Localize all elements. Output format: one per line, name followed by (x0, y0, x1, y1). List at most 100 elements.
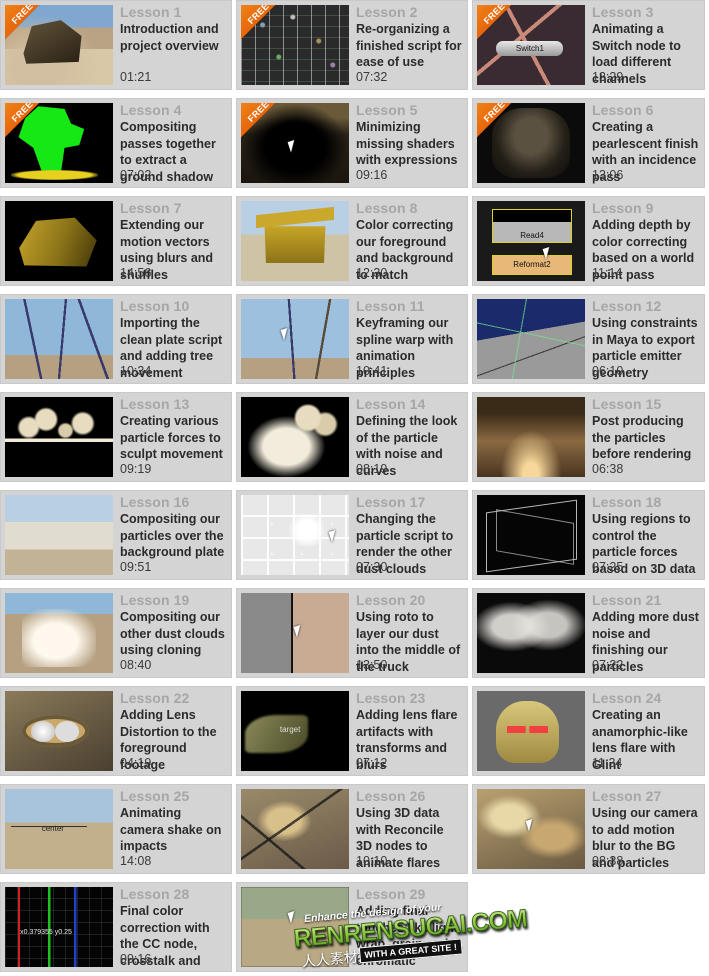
lesson-card[interactable]: FREELesson 3Animating a Switch node to l… (472, 0, 705, 90)
lesson-card[interactable]: FREE Lesson 2 Re-organizing a finished scr… (236, 0, 468, 90)
thumbnail-image (477, 397, 585, 477)
lesson-thumbnail[interactable]: FREE (5, 103, 113, 183)
lesson-duration: 08:40 (120, 658, 152, 672)
lesson-thumbnail[interactable] (241, 691, 349, 771)
lesson-number: Lesson 1 (120, 4, 182, 20)
lesson-thumbnail[interactable]: FREE (241, 5, 349, 85)
lesson-title[interactable]: Compositing our other dust clouds using … (120, 609, 226, 659)
lesson-thumbnail[interactable] (5, 789, 113, 869)
lesson-thumbnail[interactable] (241, 299, 349, 379)
thumbnail-image (241, 691, 349, 771)
thumbnail-image (241, 299, 349, 379)
lesson-thumbnail[interactable] (5, 495, 113, 575)
lesson-thumbnail[interactable] (477, 201, 585, 281)
lesson-card[interactable]: Lesson 18 Using regions to control the pa… (472, 490, 705, 580)
lesson-thumbnail[interactable] (241, 495, 349, 575)
thumbnail-image (241, 789, 349, 869)
lesson-title[interactable]: Minimizing missing shaders with expressi… (356, 119, 462, 169)
lesson-title[interactable]: Compositing our particles over the backg… (120, 511, 226, 561)
lesson-card[interactable]: Lesson 24 Creating an anamorphic-like len… (472, 686, 705, 776)
lesson-meta: Lesson 23 Adding lens flare artifacts wit… (349, 687, 467, 775)
lesson-number: Lesson 29 (356, 886, 426, 902)
lesson-number: Lesson 5 (356, 102, 418, 118)
lesson-thumbnail[interactable]: FREE (5, 5, 113, 85)
lesson-thumbnail[interactable] (241, 789, 349, 869)
lesson-card[interactable]: Lesson 10 Importing the clean plate scrip… (0, 294, 232, 384)
lesson-thumbnail[interactable] (477, 397, 585, 477)
lesson-card[interactable]: FREE Lesson 1 Introduction and project ove… (0, 0, 232, 90)
lesson-thumbnail[interactable] (5, 299, 113, 379)
lesson-number: Lesson 6 (592, 102, 654, 118)
lesson-card[interactable]: Lesson 9Adding depth by color correcting… (472, 196, 705, 286)
lesson-duration: 07:44 (356, 952, 388, 966)
lesson-card[interactable]: Lesson 23Adding lens flare artifacts wit… (236, 686, 468, 776)
lesson-card[interactable]: FREE Lesson 4 Compositing passes together … (0, 98, 232, 188)
lesson-thumbnail[interactable]: FREE (477, 5, 585, 85)
lesson-card[interactable]: FREE Lesson 6 Creating a pearlescent finis… (472, 98, 705, 188)
lesson-thumbnail[interactable] (477, 691, 585, 771)
lesson-thumbnail[interactable] (241, 201, 349, 281)
lesson-thumbnail[interactable] (477, 299, 585, 379)
lesson-duration: 10:41 (356, 364, 388, 378)
lesson-thumbnail[interactable] (5, 691, 113, 771)
lesson-thumbnail[interactable] (477, 593, 585, 673)
lesson-card[interactable]: Lesson 13 Creating various particle force… (0, 392, 232, 482)
lesson-number: Lesson 10 (120, 298, 190, 314)
lesson-meta: Lesson 15 Post producing the particles be… (585, 393, 704, 481)
lesson-card[interactable]: Lesson 16 Compositing our particles over … (0, 490, 232, 580)
lesson-card[interactable]: Lesson 11 Keyframing our spline warp with… (236, 294, 468, 384)
lesson-card[interactable]: Lesson 17 Changing the particle script to… (236, 490, 468, 580)
lesson-thumbnail[interactable] (5, 593, 113, 673)
lesson-meta: Lesson 17 Changing the particle script to… (349, 491, 467, 579)
lesson-card[interactable]: Lesson 7 Extending our motion vectors usi… (0, 196, 232, 286)
lesson-duration: 07:22 (592, 658, 624, 672)
lesson-meta: Lesson 19 Compositing our other dust clou… (113, 589, 231, 677)
lesson-thumbnail[interactable] (477, 495, 585, 575)
lesson-duration: 09:19 (120, 462, 152, 476)
lesson-thumbnail[interactable] (477, 789, 585, 869)
lesson-duration: 08:38 (592, 854, 624, 868)
lesson-meta: Lesson 28 Final color correction with the… (113, 883, 231, 972)
lesson-thumbnail[interactable]: FREE (477, 103, 585, 183)
lesson-meta: Lesson 22 Adding Lens Distortion to the f… (113, 687, 231, 775)
lesson-thumbnail[interactable] (5, 201, 113, 281)
lesson-card[interactable]: Lesson 26 Using 3D data with Reconcile 3D… (236, 784, 468, 874)
lesson-meta: Lesson 18 Using regions to control the pa… (585, 491, 704, 579)
lesson-title[interactable]: Introduction and project overview (120, 21, 226, 54)
lesson-card[interactable]: Lesson 8 Color correcting our foreground … (236, 196, 468, 286)
lesson-thumbnail[interactable] (5, 397, 113, 477)
lesson-meta: Lesson 4 Compositing passes together to e… (113, 99, 231, 187)
lesson-card[interactable]: Lesson 21 Adding more dust noise and fini… (472, 588, 705, 678)
lesson-title[interactable]: Post producing the particles before rend… (592, 413, 699, 463)
lesson-number: Lesson 4 (120, 102, 182, 118)
lesson-duration: 13:50 (356, 658, 388, 672)
lesson-title[interactable]: Creating various particle forces to scul… (120, 413, 226, 463)
lesson-card[interactable]: Lesson 12 Using constraints in Maya to ex… (472, 294, 705, 384)
lesson-card[interactable]: Lesson 28Final color correction with the… (0, 882, 232, 972)
lesson-title[interactable]: Animating camera shake on impacts (120, 805, 226, 855)
lesson-duration: 09:16 (120, 952, 152, 966)
lesson-thumbnail[interactable] (241, 593, 349, 673)
lesson-number: Lesson 14 (356, 396, 426, 412)
lesson-card[interactable]: Lesson 29 Adding final touches like light… (236, 882, 468, 972)
thumbnail-image (477, 691, 585, 771)
lesson-card[interactable]: Lesson 19 Compositing our other dust clou… (0, 588, 232, 678)
lesson-thumbnail[interactable] (241, 887, 349, 967)
lesson-card[interactable]: Lesson 20 Using roto to layer our dust in… (236, 588, 468, 678)
lesson-meta: Lesson 20 Using roto to layer our dust in… (349, 589, 467, 677)
lesson-number: Lesson 2 (356, 4, 418, 20)
lesson-number: Lesson 20 (356, 592, 426, 608)
lesson-duration: 09:51 (120, 560, 152, 574)
lesson-thumbnail[interactable]: FREE (241, 103, 349, 183)
lesson-card[interactable]: Lesson 22 Adding Lens Distortion to the f… (0, 686, 232, 776)
lesson-card[interactable]: Lesson 27 Using our camera to add motion … (472, 784, 705, 874)
lesson-card[interactable]: FREE Lesson 5 Minimizing missing shaders w… (236, 98, 468, 188)
lesson-meta: Lesson 5 Minimizing missing shaders with … (349, 99, 467, 187)
lesson-card[interactable]: Lesson 14 Defining the look of the partic… (236, 392, 468, 482)
lesson-card[interactable]: Lesson 25Animating camera shake on impac… (0, 784, 232, 874)
lesson-title[interactable]: Re-organizing a finished script for ease… (356, 21, 462, 71)
lesson-number: Lesson 28 (120, 886, 190, 902)
lesson-thumbnail[interactable] (5, 887, 113, 967)
lesson-card[interactable]: Lesson 15 Post producing the particles be… (472, 392, 705, 482)
lesson-thumbnail[interactable] (241, 397, 349, 477)
